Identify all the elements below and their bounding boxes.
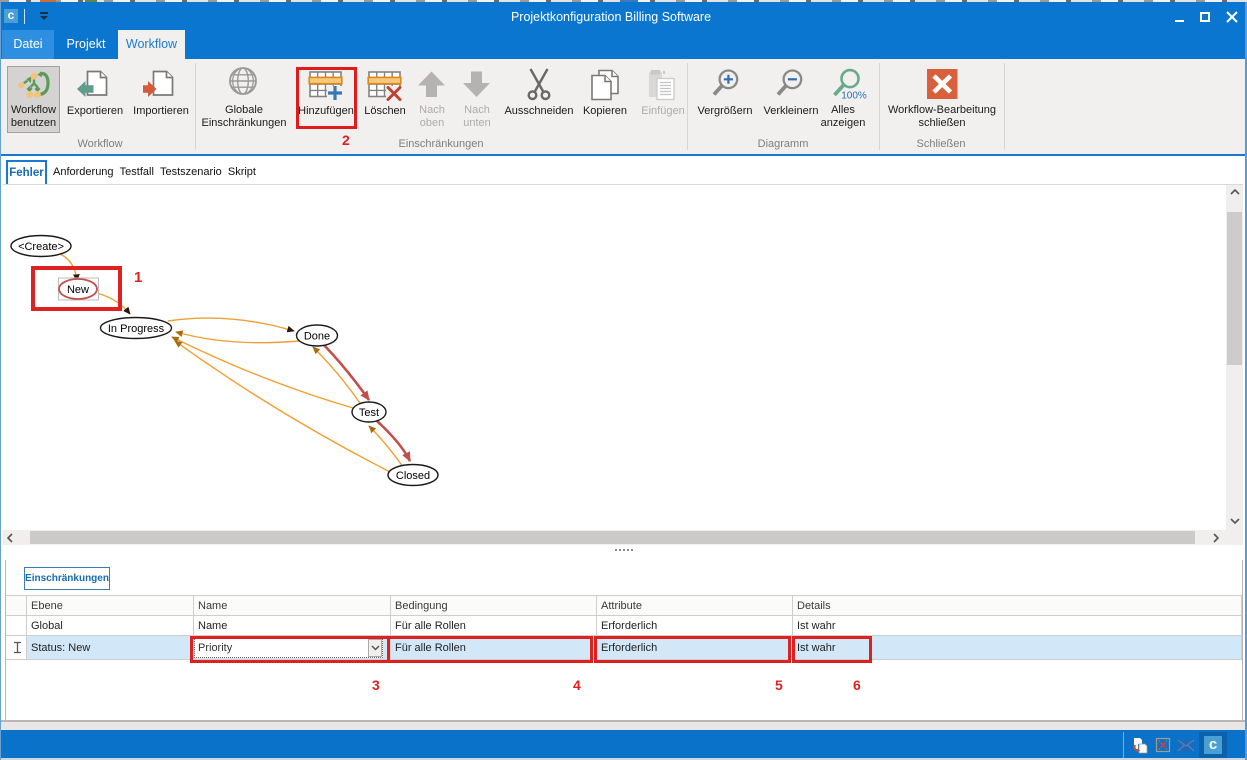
svg-text:Test: Test (359, 407, 379, 419)
svg-text:<Create>: <Create> (18, 241, 64, 253)
svg-text:100%: 100% (841, 91, 867, 102)
svg-text:In Progress: In Progress (108, 323, 165, 335)
svg-text:Done: Done (304, 331, 330, 343)
svg-text:Closed: Closed (396, 470, 430, 482)
